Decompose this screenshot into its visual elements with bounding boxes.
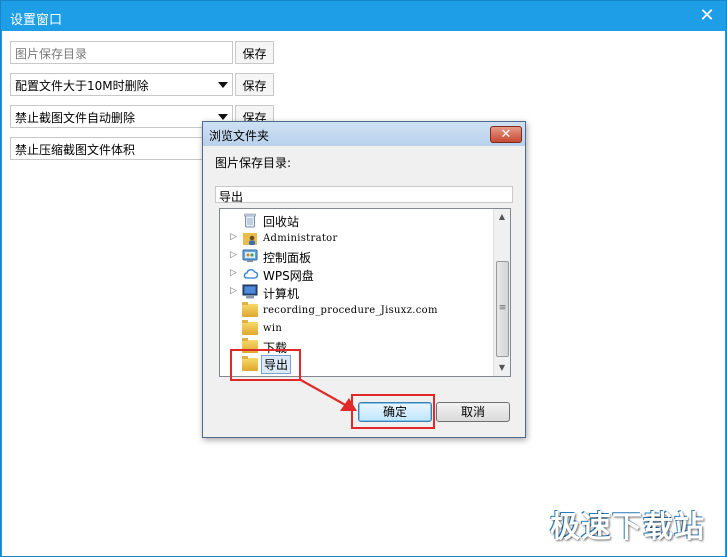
scroll-thumb[interactable]: ≡ <box>496 261 509 357</box>
chevron-down-icon <box>218 82 228 88</box>
scroll-down-icon[interactable]: ▼ <box>494 360 510 376</box>
dialog-title: 浏览文件夹 <box>209 129 270 143</box>
tree-item-label: 回收站 <box>263 215 300 229</box>
expand-arrow-icon[interactable]: ▷ <box>230 232 238 242</box>
auto-delete-select[interactable]: 禁止截图文件自动删除 <box>10 105 233 128</box>
cancel-button[interactable]: 取消 <box>436 402 510 422</box>
control-panel-icon <box>242 248 258 264</box>
dialog-title-bar: 浏览文件夹 ✕ <box>203 122 525 146</box>
dialog-close-icon[interactable]: ✕ <box>490 126 522 143</box>
folder-icon <box>242 302 258 317</box>
computer-icon <box>242 284 258 300</box>
tree-item-folder[interactable]: recording_procedure_Jisuxz.com <box>220 301 492 319</box>
title-bar: 设置窗口 ✕ <box>1 1 726 31</box>
tree-item-label: recording_procedure_Jisuxz.com <box>263 305 438 316</box>
recycle-bin-icon <box>242 212 258 228</box>
tree-item-label: 控制面板 <box>263 251 312 265</box>
cloud-icon <box>242 266 259 282</box>
annotation-arrow-icon <box>298 378 357 411</box>
tree-item-label: Administrator <box>263 233 338 244</box>
save-button[interactable]: 保存 <box>235 73 274 96</box>
tree-item-control-panel[interactable]: ▷ 控制面板 <box>220 247 492 265</box>
tree-item-label: 计算机 <box>263 287 300 301</box>
tree-item-label: WPS网盘 <box>263 269 314 283</box>
tree-item-folder[interactable]: win <box>220 319 492 337</box>
save-dir-input[interactable]: 图片保存目录 <box>10 41 233 64</box>
config-size-select[interactable]: 配置文件大于10M时删除 <box>10 73 233 96</box>
folder-path-field[interactable]: 导出 <box>215 186 513 204</box>
expand-arrow-icon[interactable]: ▷ <box>230 268 238 278</box>
user-folder-icon <box>242 230 258 246</box>
tree-item-recycle-bin[interactable]: 回收站 <box>220 211 492 229</box>
settings-window: 设置窗口 ✕ 图片保存目录 保存 配置文件大于10M时删除 保存 禁止截图文件自… <box>0 0 727 557</box>
folder-icon <box>242 320 258 335</box>
chevron-down-icon <box>218 114 228 120</box>
tree-item-label: win <box>263 323 283 334</box>
watermark-logo: 极速下载站 <box>550 510 705 545</box>
compress-select[interactable]: 禁止压缩截图文件体积 <box>10 137 233 160</box>
tree-item-computer[interactable]: ▷ 计算机 <box>220 283 492 301</box>
expand-arrow-icon[interactable]: ▷ <box>230 250 238 260</box>
close-icon[interactable]: ✕ <box>696 5 718 27</box>
save-button[interactable]: 保存 <box>235 41 274 64</box>
window-title: 设置窗口 <box>10 13 63 28</box>
tree-item-wps-drive[interactable]: ▷ WPS网盘 <box>220 265 492 283</box>
expand-arrow-icon[interactable]: ▷ <box>230 286 238 296</box>
tree-item-administrator[interactable]: ▷ Administrator <box>220 229 492 247</box>
scroll-up-icon[interactable]: ▲ <box>494 209 510 225</box>
vertical-scrollbar[interactable]: ▲ ≡ ▼ <box>493 209 510 376</box>
dialog-label: 图片保存目录: <box>215 156 292 170</box>
